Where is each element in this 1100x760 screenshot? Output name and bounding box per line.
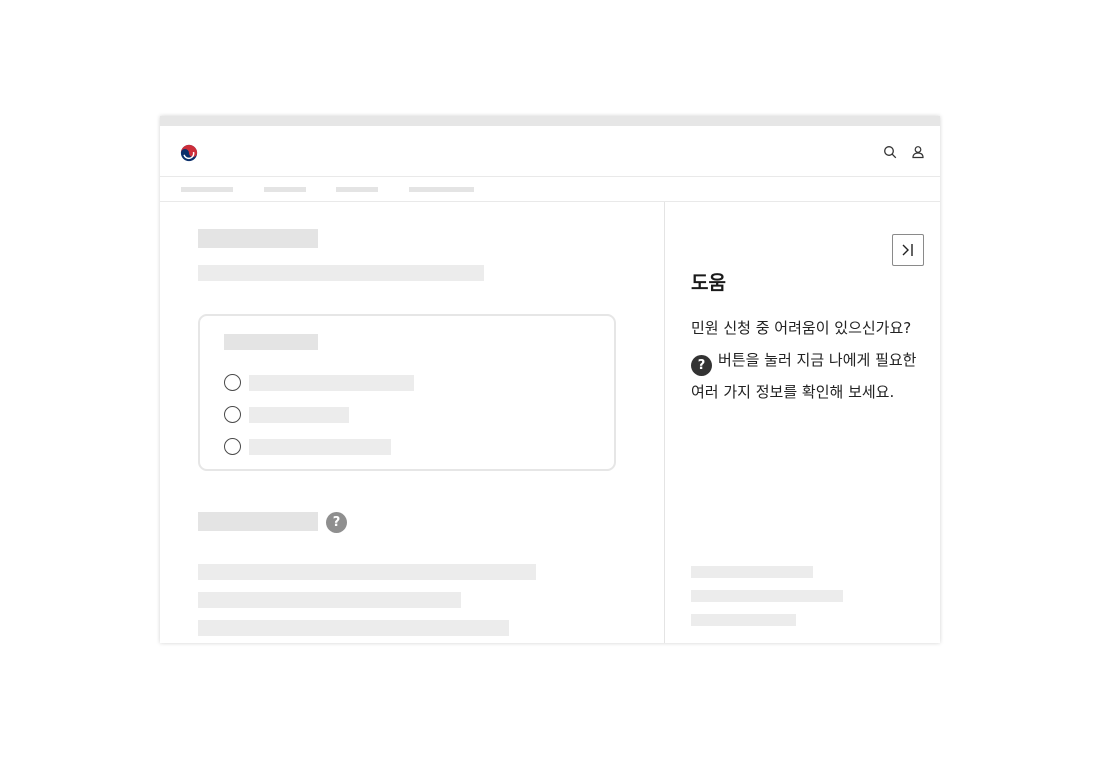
radio-button[interactable] bbox=[224, 406, 241, 423]
radio-label-placeholder bbox=[249, 375, 414, 391]
radio-label-placeholder bbox=[249, 407, 349, 423]
page-title-placeholder bbox=[198, 229, 318, 248]
help-text-line: 여러 가지 정보를 확인해 보세요. bbox=[691, 383, 895, 401]
search-icon[interactable] bbox=[883, 145, 897, 159]
help-text-line: ? 버튼을 눌러 지금 나에게 필요한 bbox=[691, 344, 931, 376]
nav-item[interactable] bbox=[336, 187, 378, 192]
help-text-line: 민원 신청 중 어려움이 있으신가요? bbox=[691, 319, 912, 337]
panel-link-placeholder bbox=[691, 614, 796, 626]
nav-item[interactable] bbox=[409, 187, 474, 192]
panel-link-placeholder bbox=[691, 590, 843, 602]
window-top-bar bbox=[160, 116, 940, 126]
collapse-panel-button[interactable] bbox=[892, 234, 924, 266]
page-subtitle-placeholder bbox=[198, 265, 484, 281]
user-icon[interactable] bbox=[911, 145, 925, 159]
nav-item[interactable] bbox=[181, 187, 233, 192]
help-panel: 도움 민원 신청 중 어려움이 있으신가요? ? 버튼을 눌러 지금 나에게 필요… bbox=[665, 202, 940, 643]
option-card bbox=[198, 314, 616, 471]
question-mark-icon: ? bbox=[691, 355, 712, 376]
radio-label-placeholder bbox=[249, 439, 391, 455]
card-title-placeholder bbox=[224, 334, 318, 350]
section-title-placeholder bbox=[198, 512, 318, 531]
help-panel-description: 민원 신청 중 어려움이 있으신가요? ? 버튼을 눌러 지금 나에게 필요한 여… bbox=[691, 312, 931, 408]
text-line-placeholder bbox=[198, 592, 461, 608]
help-panel-title: 도움 bbox=[691, 272, 726, 294]
help-question-icon[interactable]: ? bbox=[326, 512, 347, 533]
browser-window: ? 도움 민원 신청 중 어려움이 있으신가요? ? 버튼을 눌러 지금 나에게 … bbox=[160, 116, 940, 643]
panel-link-placeholder bbox=[691, 566, 813, 578]
main-navigation bbox=[160, 177, 940, 202]
radio-button[interactable] bbox=[224, 374, 241, 391]
main-content: ? bbox=[160, 202, 664, 643]
government-logo-icon[interactable] bbox=[180, 144, 198, 162]
panel-collapse-right-icon bbox=[902, 244, 913, 256]
help-text-line-2: 버튼을 눌러 지금 나에게 필요한 bbox=[718, 351, 917, 369]
text-line-placeholder bbox=[198, 620, 509, 636]
site-header bbox=[160, 126, 940, 177]
radio-button[interactable] bbox=[224, 438, 241, 455]
nav-item[interactable] bbox=[264, 187, 306, 192]
text-line-placeholder bbox=[198, 564, 536, 580]
